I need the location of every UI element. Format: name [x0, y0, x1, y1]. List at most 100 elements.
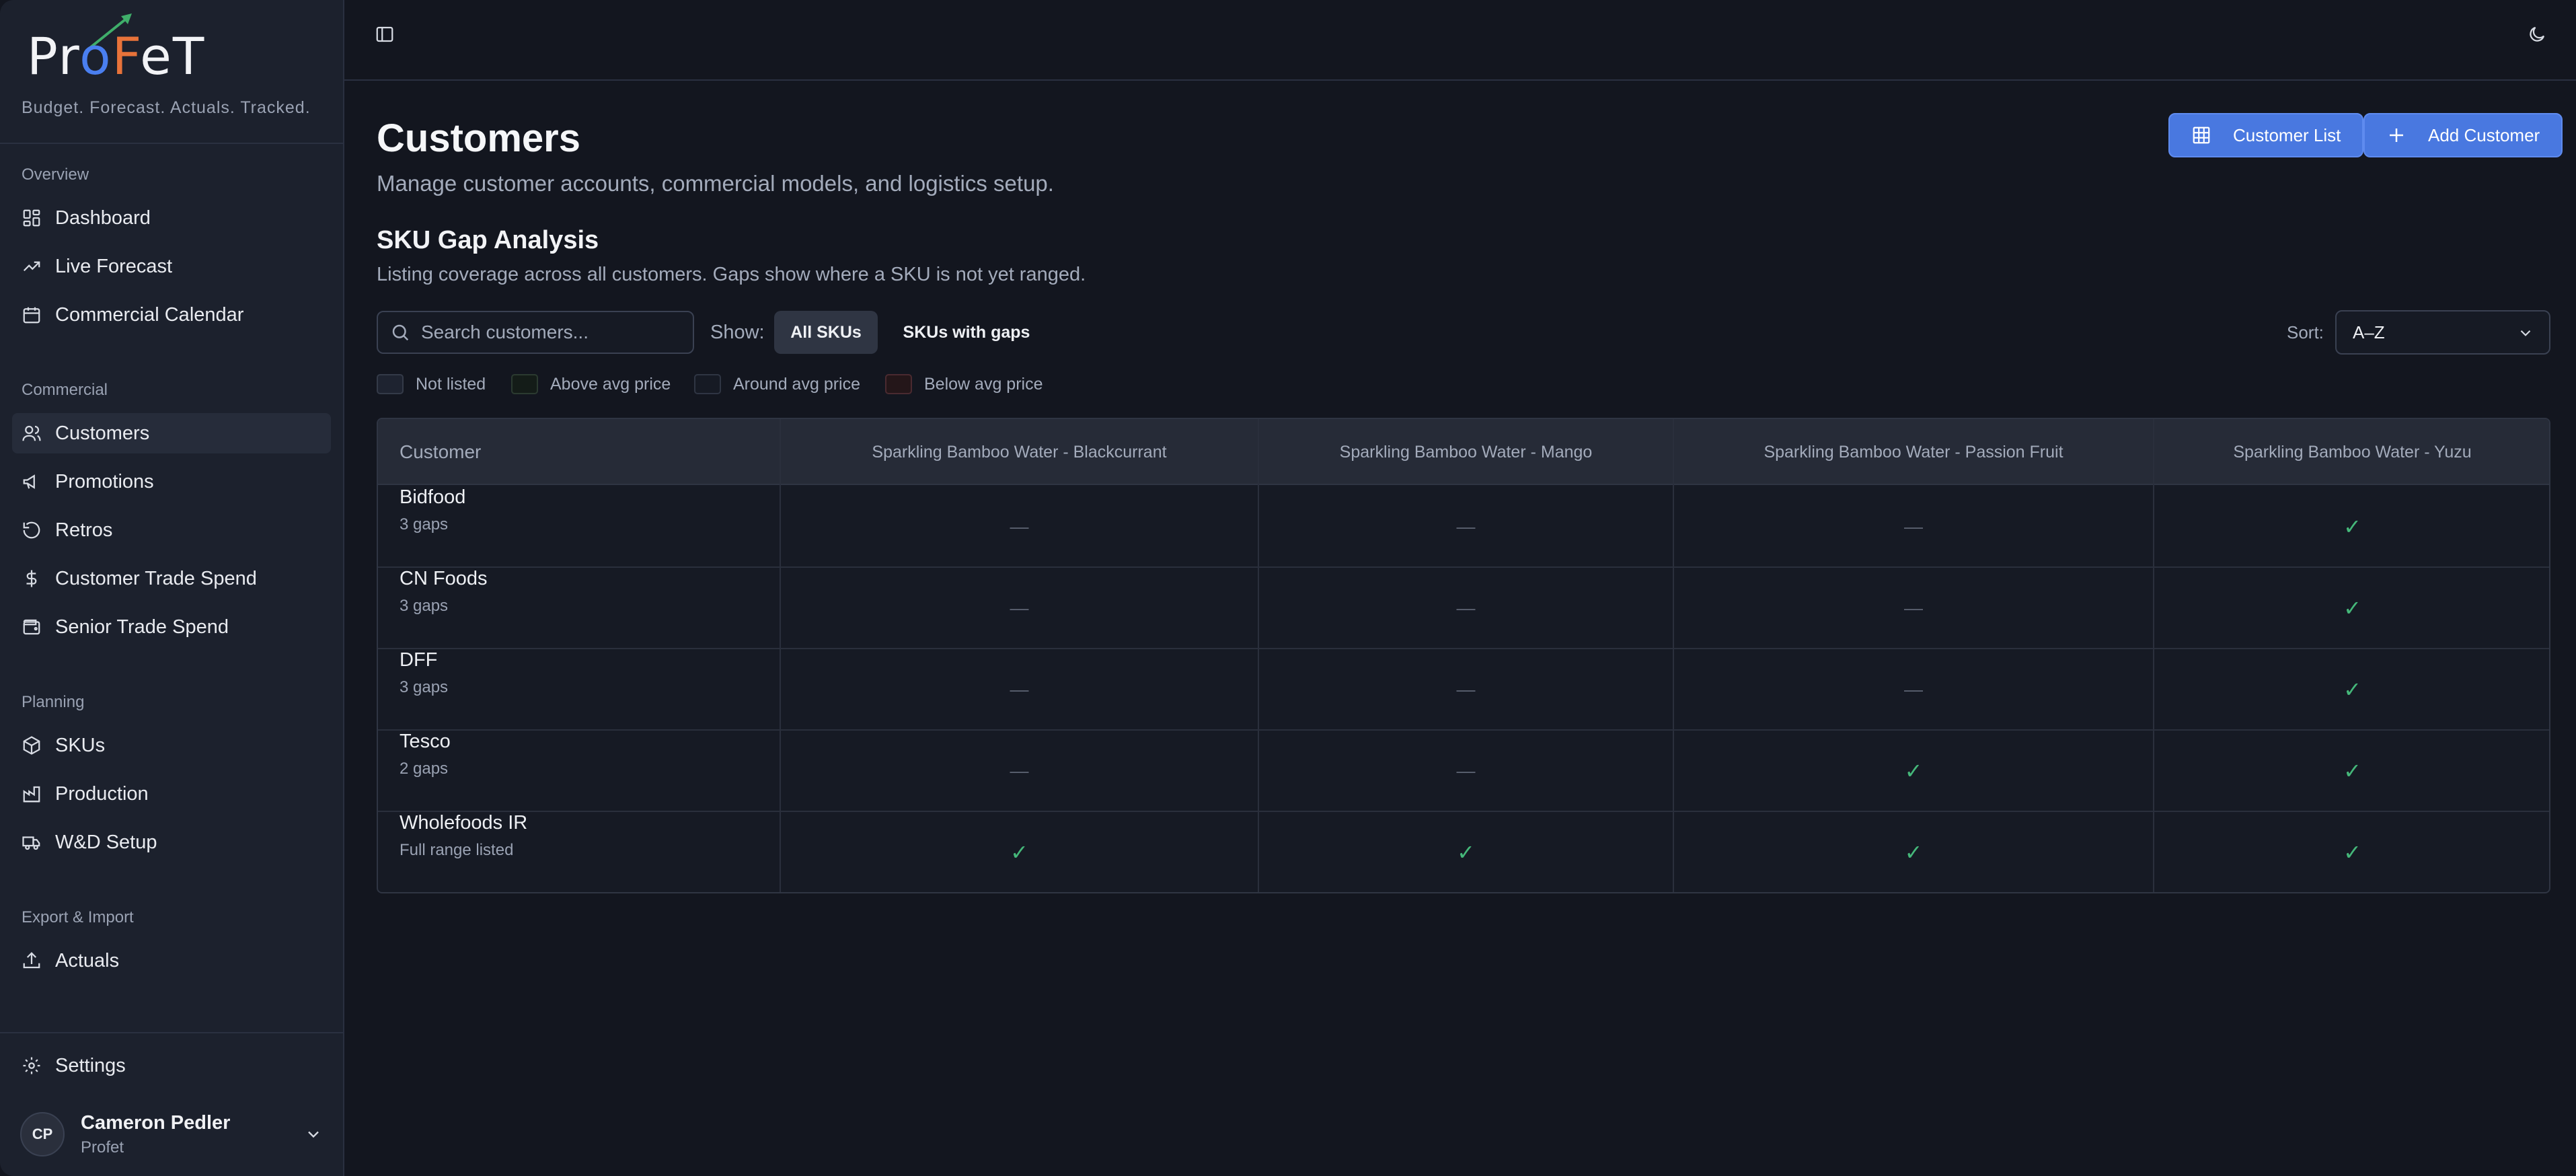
sidebar-item-actuals[interactable]: Actuals	[12, 941, 331, 981]
legend-swatch	[694, 374, 721, 394]
sidebar-item-label: Live Forecast	[55, 255, 173, 277]
dollar-icon	[26, 570, 37, 587]
sidebar-item-label: Retros	[55, 519, 113, 541]
listed-check-icon: ✓	[1904, 840, 1923, 865]
add-customer-label: Add Customer	[2428, 124, 2540, 145]
sidebar-item-promotions[interactable]: Promotions	[12, 462, 331, 502]
customer-name: Wholefoods IR	[400, 812, 528, 834]
sidebar-item-label: SKUs	[55, 734, 106, 756]
sidebar-item-commercial-calendar[interactable]: Commercial Calendar	[12, 295, 331, 335]
avatar: CP	[20, 1112, 65, 1156]
table-row-customer[interactable]: Bidfood 3 gaps	[378, 486, 780, 566]
column-header-sku: Sparkling Bamboo Water - Yuzu	[2233, 442, 2472, 462]
gap-cell-not-listed: —	[1904, 597, 1923, 618]
gap-cell-not-listed: —	[1456, 760, 1476, 781]
customer-gap-count: 3 gaps	[400, 597, 449, 615]
filter-skus-with-gaps[interactable]: SKUs with gaps	[888, 311, 1045, 354]
nav-group-overview: Overview	[22, 166, 89, 184]
sort-select[interactable]: A–Z	[2335, 310, 2550, 355]
chevron-down-icon[interactable]	[304, 1125, 323, 1144]
user-org: Profet	[81, 1138, 124, 1156]
calendar-icon	[23, 307, 40, 324]
sidebar-item-production[interactable]: Production	[12, 774, 331, 814]
sidebar-item-label: Promotions	[55, 470, 154, 492]
upload-icon	[23, 952, 40, 969]
column-header-sku: Sparkling Bamboo Water - Blackcurrant	[872, 442, 1167, 462]
sort-value: A–Z	[2353, 322, 2385, 342]
table-row-customer[interactable]: Wholefoods IR Full range listed	[378, 812, 780, 892]
search-field[interactable]	[377, 311, 694, 354]
customer-gap-count: 3 gaps	[400, 678, 449, 696]
sidebar: ProFeT Budget. Forecast. Actuals. Tracke…	[0, 0, 344, 1176]
listed-check-icon: ✓	[2343, 840, 2361, 865]
sidebar-item-label: Commercial Calendar	[55, 303, 244, 326]
gap-cell-not-listed: —	[1010, 597, 1029, 618]
app-logo[interactable]: ProFeT	[27, 12, 204, 86]
listed-check-icon: ✓	[2343, 677, 2361, 702]
sidebar-item-label: Production	[55, 782, 149, 805]
sidebar-item-label: Senior Trade Spend	[55, 616, 229, 638]
sidebar-item-label: Settings	[55, 1054, 126, 1076]
table-row-customer[interactable]: DFF 3 gaps	[378, 649, 780, 729]
legend-label: Not listed	[416, 374, 486, 394]
sidebar-item-label: Customers	[55, 422, 150, 444]
sidebar-item-settings[interactable]: Settings	[12, 1045, 331, 1086]
gap-cell-not-listed: —	[1010, 515, 1029, 537]
legend-below-avg: Below avg price	[885, 374, 1043, 394]
legend-label: Below avg price	[924, 374, 1043, 394]
table-row-customer[interactable]: Tesco 2 gaps	[378, 731, 780, 811]
package-icon	[23, 736, 40, 755]
sidebar-item-live-forecast[interactable]: Live Forecast	[12, 246, 331, 287]
gap-cell-not-listed: —	[1456, 515, 1476, 537]
customer-gap-count: Full range listed	[400, 841, 514, 859]
trending-up-icon	[23, 261, 40, 272]
divider	[0, 1032, 343, 1033]
sort-label: Sort:	[2287, 322, 2324, 342]
moon-icon	[2530, 26, 2545, 42]
customer-list-button[interactable]: Customer List	[2168, 113, 2364, 157]
sidebar-toggle-button[interactable]	[371, 21, 398, 48]
legend-label: Above avg price	[550, 374, 671, 394]
legend-not-listed: Not listed	[377, 374, 486, 394]
gap-cell-not-listed: —	[1010, 678, 1029, 700]
sidebar-item-dashboard[interactable]: Dashboard	[12, 198, 331, 238]
listed-check-icon: ✓	[1010, 840, 1028, 865]
top-bar	[344, 0, 2576, 81]
tagline: Budget. Forecast. Actuals. Tracked.	[22, 98, 311, 117]
user-name: Cameron Pedler	[81, 1111, 231, 1134]
rotate-icon	[23, 521, 40, 539]
customer-name: Tesco	[400, 731, 451, 752]
users-icon	[22, 425, 41, 441]
page-subtitle: Manage customer accounts, commercial mod…	[377, 171, 1054, 196]
customer-name: CN Foods	[400, 568, 488, 589]
sidebar-item-wd-setup[interactable]: W&D Setup	[12, 822, 331, 862]
nav-group-export-import: Export & Import	[22, 908, 134, 926]
sidebar-item-customers[interactable]: Customers	[12, 413, 331, 453]
sku-gap-table: Customer Sparkling Bamboo Water - Blackc…	[377, 418, 2550, 893]
table-row-customer[interactable]: CN Foods 3 gaps	[378, 568, 780, 648]
legend-swatch	[885, 374, 912, 394]
column-header-sku: Sparkling Bamboo Water - Mango	[1339, 442, 1593, 462]
sidebar-item-retros[interactable]: Retros	[12, 510, 331, 550]
filter-all-skus[interactable]: All SKUs	[774, 311, 878, 354]
customer-list-label: Customer List	[2233, 124, 2341, 145]
search-input[interactable]	[421, 322, 677, 343]
theme-toggle-button[interactable]	[2524, 21, 2550, 48]
add-customer-button[interactable]: Add Customer	[2363, 113, 2563, 157]
listed-check-icon: ✓	[1457, 840, 1475, 865]
search-icon	[392, 324, 409, 341]
sidebar-item-senior-trade-spend[interactable]: Senior Trade Spend	[12, 607, 331, 647]
user-menu[interactable]: CP Cameron Pedler Profet	[20, 1107, 323, 1161]
sidebar-item-skus[interactable]: SKUs	[12, 725, 331, 766]
factory-icon	[23, 786, 40, 803]
customer-name: DFF	[400, 649, 438, 671]
chevron-down-icon	[2520, 330, 2531, 336]
customer-gap-count: 2 gaps	[400, 760, 449, 778]
listed-check-icon: ✓	[2343, 514, 2361, 539]
sidebar-item-customer-trade-spend[interactable]: Customer Trade Spend	[12, 558, 331, 599]
wallet-icon	[23, 619, 40, 635]
nav-group-planning: Planning	[22, 693, 85, 711]
legend-label: Around avg price	[733, 374, 861, 394]
column-header-sku: Sparkling Bamboo Water - Passion Fruit	[1764, 442, 2063, 462]
column-header-customer[interactable]: Customer	[378, 419, 780, 485]
